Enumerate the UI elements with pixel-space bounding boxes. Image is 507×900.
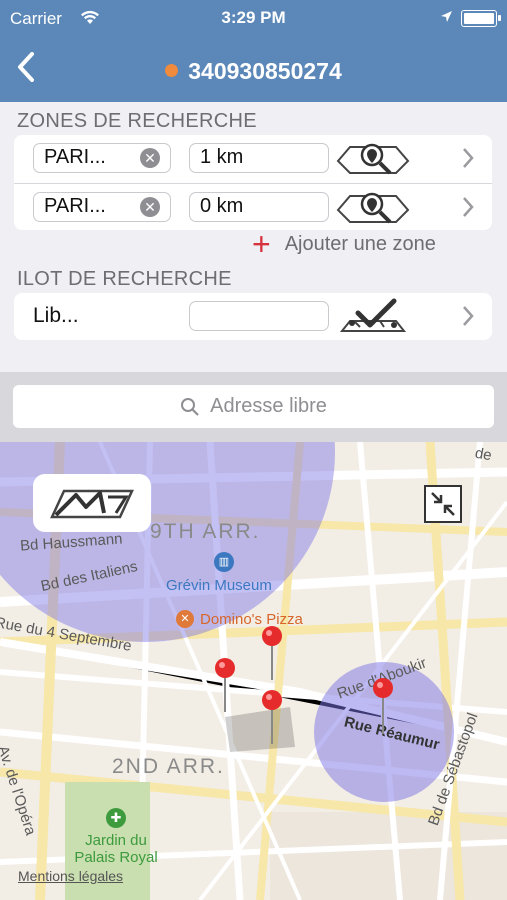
page-title-text: 340930850274 (188, 58, 342, 84)
zone-place-field[interactable]: PARI... ✕ (33, 192, 171, 222)
zone-place-value: PARI... (44, 195, 106, 217)
zone-place-field[interactable]: PARI... ✕ (33, 143, 171, 173)
map-pin-icon[interactable] (262, 690, 282, 744)
status-time: 3:29 PM (221, 8, 286, 27)
zone-radius-field[interactable]: 1 km (189, 143, 329, 173)
chevron-right-icon[interactable] (462, 196, 474, 218)
status-right (440, 8, 501, 28)
map-pin-icon[interactable] (373, 678, 393, 734)
header: Carrier 3:29 PM 340930850274 (0, 0, 507, 102)
zones-section-label: ZONES DE RECHERCHE (17, 110, 257, 132)
add-zone-label: Ajouter une zone (284, 232, 436, 255)
map-search-icon[interactable] (336, 188, 410, 228)
address-search-input[interactable]: Adresse libre (13, 385, 494, 428)
ilot-section-label: ILOT DE RECHERCHE (17, 268, 232, 290)
ilot-field[interactable] (189, 301, 329, 331)
clear-icon[interactable]: ✕ (140, 197, 160, 217)
battery-icon (461, 9, 501, 27)
add-zone-button[interactable]: + Ajouter une zone (252, 226, 436, 262)
clear-icon[interactable]: ✕ (140, 148, 160, 168)
ilot-card[interactable]: Lib... (14, 293, 492, 340)
search-bar-container: Adresse libre (0, 372, 507, 442)
zone-place-value: PARI... (44, 146, 106, 168)
map-pin-icon[interactable] (262, 626, 282, 680)
search-placeholder: Adresse libre (210, 395, 327, 417)
page-title: 340930850274 (0, 58, 507, 85)
zone-row[interactable]: PARI... ✕ 0 km (14, 183, 492, 231)
map-search-icon[interactable] (336, 139, 410, 179)
shrink-icon (431, 492, 455, 516)
map-pin-icon[interactable] (215, 658, 235, 712)
zone-radius-field[interactable]: 0 km (189, 192, 329, 222)
status-bar: Carrier 3:29 PM (0, 0, 507, 36)
location-arrow-icon (440, 8, 453, 28)
map-mode-button[interactable] (33, 474, 151, 532)
chevron-right-icon[interactable] (462, 305, 474, 327)
status-dot (165, 64, 179, 77)
block-check-icon[interactable] (336, 297, 410, 337)
ilot-value: Lib... (33, 304, 79, 327)
plus-icon: + (252, 226, 271, 262)
ilot-row[interactable]: Lib... (14, 293, 492, 340)
search-icon (181, 397, 199, 416)
zones-card: PARI... ✕ 1 km PARI... ✕ 0 km (14, 135, 492, 230)
block-map-icon (50, 489, 134, 519)
zone-row[interactable]: PARI... ✕ 1 km (14, 135, 492, 182)
chevron-right-icon[interactable] (462, 147, 474, 169)
fullscreen-button[interactable] (424, 485, 462, 523)
